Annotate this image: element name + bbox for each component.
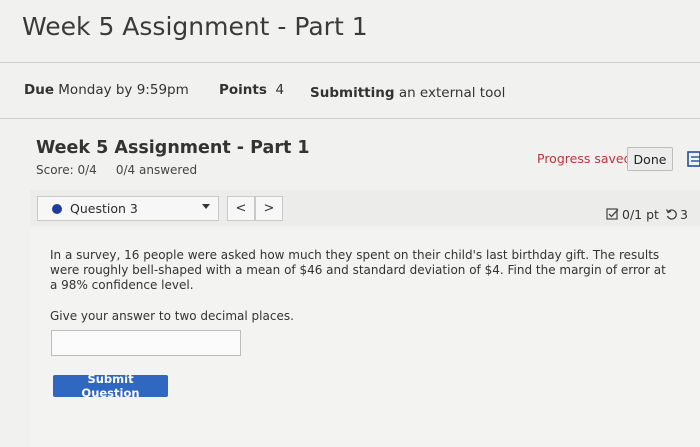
points-text: 0/1 pt	[622, 207, 659, 222]
points-label: Points	[219, 82, 267, 98]
question-select-label: Question 3	[70, 201, 138, 216]
retry-icon	[665, 209, 677, 220]
meta-divider	[0, 118, 700, 119]
retry-count: 3	[679, 207, 688, 222]
next-question-button[interactable]: >	[255, 196, 283, 221]
question-instructions: Give your answer to two decimal places.	[50, 309, 294, 323]
score-line: Score: 0/4 0/4 answered	[36, 163, 197, 177]
assignment-title: Week 5 Assignment - Part 1	[36, 138, 310, 158]
page-title: Week 5 Assignment - Part 1	[22, 12, 368, 41]
answered-count: 0/4 answered	[115, 163, 198, 177]
question-points: 0/1 pt 3	[606, 207, 688, 222]
question-text: In a survey, 16 people were asked how mu…	[50, 248, 666, 292]
due-info: Due Monday by 9:59pm	[24, 82, 189, 98]
question-status-dot	[52, 203, 62, 214]
question-select[interactable]: Question 3	[37, 196, 219, 221]
due-label: Due	[24, 82, 54, 98]
checkbox-icon	[606, 208, 619, 220]
print-icon[interactable]	[686, 150, 700, 168]
done-button[interactable]: Done	[627, 147, 673, 171]
submitting-info: Submitting an external tool	[310, 85, 505, 101]
points-info: Points 4	[219, 82, 284, 98]
submit-question-button[interactable]: Submit Question	[53, 372, 168, 400]
submitting-label: Submitting	[310, 85, 395, 101]
progress-status: Progress saved	[537, 151, 632, 166]
score-text: Score: 0/4	[36, 163, 97, 177]
header-divider	[0, 62, 700, 63]
points-value: 4	[275, 82, 285, 98]
dropdown-arrow-icon	[202, 204, 210, 209]
answer-input[interactable]	[51, 330, 241, 356]
due-value: Monday by 9:59pm	[58, 82, 189, 98]
submitting-value: an external tool	[398, 85, 506, 101]
previous-question-button[interactable]: <	[227, 196, 255, 221]
